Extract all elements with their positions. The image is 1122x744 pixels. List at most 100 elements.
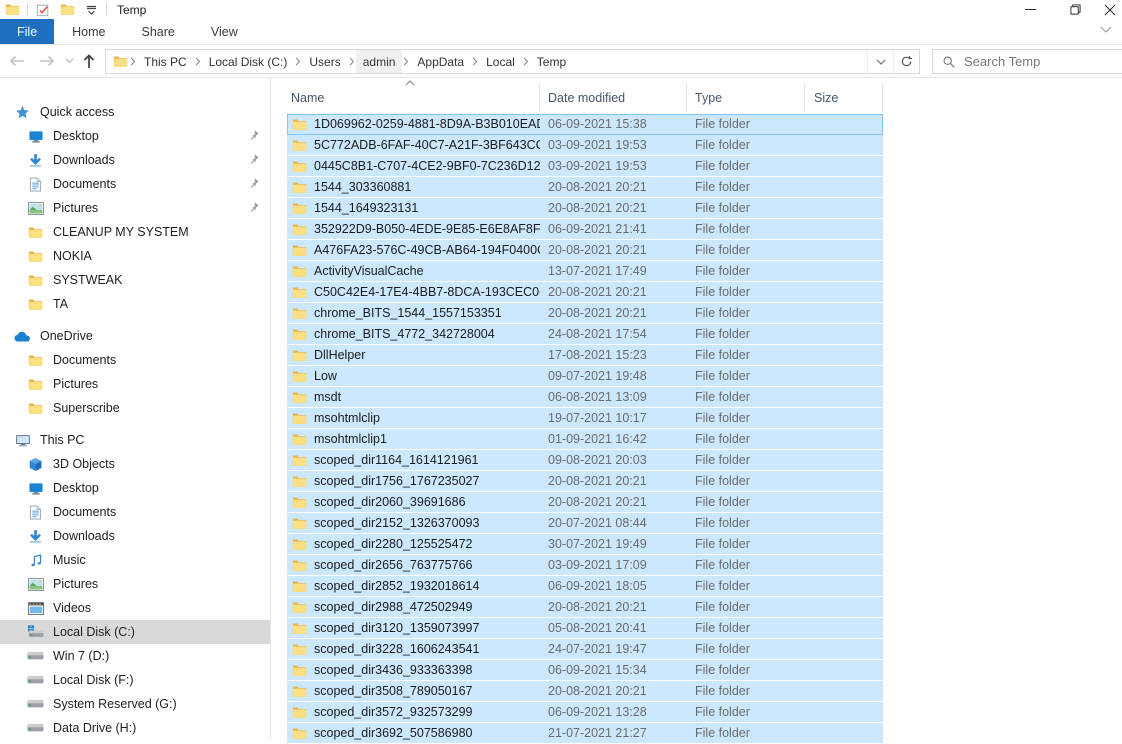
file-row[interactable]: 352922D9-B050-4EDE-9E85-E6E8AF8FAC9606-0… (287, 219, 883, 240)
ribbon-collapse-icon[interactable] (1100, 26, 1112, 33)
file-row[interactable]: 1544_30336088120-08-2021 20:21File folde… (287, 177, 883, 198)
file-name: 352922D9-B050-4EDE-9E85-E6E8AF8FAC96 (287, 222, 540, 236)
refresh-icon[interactable] (893, 50, 919, 73)
file-row[interactable]: scoped_dir2152_132637009320-07-2021 08:4… (287, 513, 883, 534)
file-row[interactable]: ActivityVisualCache13-07-2021 17:49File … (287, 261, 883, 282)
file-date-modified: 17-08-2021 15:23 (540, 348, 687, 362)
up-icon[interactable] (78, 51, 100, 71)
sidebar-item-superscribe[interactable]: Superscribe (0, 396, 270, 420)
breadcrumb-item-admin[interactable]: admin (356, 50, 403, 73)
file-row[interactable]: 5C772ADB-6FAF-40C7-A21F-3BF643CCB...03-0… (287, 135, 883, 156)
sidebar-item-label: Pictures (53, 377, 98, 391)
file-row[interactable]: 1544_164932313120-08-2021 20:21File fold… (287, 198, 883, 219)
sidebar-item-desktop[interactable]: Desktop (0, 476, 270, 500)
column-header-size[interactable]: Size (805, 84, 883, 112)
search-box[interactable] (932, 49, 1122, 74)
sidebar-item-nokia[interactable]: NOKIA (0, 244, 270, 268)
minimize-icon[interactable] (1008, 0, 1053, 19)
back-icon[interactable] (6, 51, 28, 71)
new-folder-icon[interactable] (58, 2, 76, 18)
sidebar-item-desktop[interactable]: Desktop (0, 124, 270, 148)
sidebar-item-win-7-d[interactable]: Win 7 (D:) (0, 644, 270, 668)
file-row[interactable]: DllHelper17-08-2021 15:23File folder (287, 345, 883, 366)
sidebar-item-label: Local Disk (F:) (53, 673, 134, 687)
sidebar-item-system-reserved-g[interactable]: System Reserved (G:) (0, 692, 270, 716)
sidebar-item-ta[interactable]: TA (0, 292, 270, 316)
picture-icon (27, 578, 44, 591)
file-row[interactable]: scoped_dir2280_12552547230-07-2021 19:49… (287, 534, 883, 555)
sidebar-item-local-disk-f[interactable]: Local Disk (F:) (0, 668, 270, 692)
file-row[interactable]: scoped_dir2988_47250294920-08-2021 20:21… (287, 597, 883, 618)
breadcrumb-item-local[interactable]: Local (479, 50, 522, 73)
tab-file[interactable]: File (0, 19, 54, 44)
column-header-date-modified[interactable]: Date modified (540, 84, 687, 112)
file-row[interactable]: scoped_dir1164_161412196109-08-2021 20:0… (287, 450, 883, 471)
sidebar-item-cleanup-my-system[interactable]: CLEANUP MY SYSTEM (0, 220, 270, 244)
column-header-name[interactable]: Name (287, 84, 540, 112)
sidebar-item-pictures[interactable]: Pictures (0, 372, 270, 396)
sidebar-section-this-pc[interactable]: This PC (0, 428, 270, 452)
sidebar-item-systweak[interactable]: SYSTWEAK (0, 268, 270, 292)
sidebar-item-label: Desktop (53, 481, 99, 495)
file-row[interactable]: scoped_dir3692_50758698021-07-2021 21:27… (287, 723, 883, 744)
file-row[interactable]: scoped_dir2852_193201861406-09-2021 18:0… (287, 576, 883, 597)
title-bar: Temp (0, 0, 1122, 19)
sidebar-section-quick-access[interactable]: Quick access (0, 100, 270, 124)
pin-icon (248, 177, 260, 189)
sidebar-item-pictures[interactable]: Pictures (0, 196, 270, 220)
tab-share[interactable]: Share (124, 19, 193, 44)
file-row[interactable]: chrome_BITS_4772_34272800424-08-2021 17:… (287, 324, 883, 345)
file-row[interactable]: A476FA23-576C-49CB-AB64-194F0400C49720-0… (287, 240, 883, 261)
sidebar-item-documents[interactable]: Documents (0, 500, 270, 524)
column-header-type[interactable]: Type (687, 84, 805, 112)
tab-home[interactable]: Home (54, 19, 123, 44)
folder-icon (292, 160, 307, 173)
address-dropdown-chevron-icon[interactable] (867, 50, 893, 73)
tab-view[interactable]: View (193, 19, 256, 44)
file-row[interactable]: scoped_dir1756_176723502720-08-2021 20:2… (287, 471, 883, 492)
search-input[interactable] (964, 54, 1094, 69)
breadcrumb-item-appdata[interactable]: AppData (410, 50, 471, 73)
address-box[interactable]: This PC Local Disk (C:) Users admin AppData L… (105, 49, 920, 74)
file-row[interactable]: scoped_dir3436_93336339806-09-2021 15:34… (287, 660, 883, 681)
file-row[interactable]: C50C42E4-17E4-4BB7-8DCA-193CEC0CA...20-0… (287, 282, 883, 303)
sidebar-item-data-drive-h[interactable]: Data Drive (H:) (0, 716, 270, 740)
file-row[interactable]: scoped_dir3228_160624354124-07-2021 19:4… (287, 639, 883, 660)
file-row[interactable]: 1D069962-0259-4881-8D9A-B3B010EADC...06-… (287, 114, 883, 135)
sidebar-item-documents[interactable]: Documents (0, 348, 270, 372)
sidebar-item-downloads[interactable]: Downloads (0, 148, 270, 172)
file-row[interactable]: msohtmlclip101-09-2021 16:42File folder (287, 429, 883, 450)
drive-icon (27, 723, 44, 733)
file-date-modified: 30-07-2021 19:49 (540, 537, 687, 551)
file-row[interactable]: chrome_BITS_1544_155715335120-08-2021 20… (287, 303, 883, 324)
breadcrumb-item-this-pc[interactable]: This PC (137, 50, 194, 73)
close-icon[interactable] (1098, 0, 1122, 19)
file-row[interactable]: msohtmlclip19-07-2021 10:17File folder (287, 408, 883, 429)
sidebar-section-onedrive[interactable]: OneDrive (0, 324, 270, 348)
breadcrumb-item-users[interactable]: Users (302, 50, 347, 73)
sidebar-item-music[interactable]: Music (0, 548, 270, 572)
folder-icon (292, 139, 307, 152)
file-row[interactable]: 0445C8B1-C707-4CE2-9BF0-7C236D126B9803-0… (287, 156, 883, 177)
file-row[interactable]: scoped_dir3572_93257329906-09-2021 13:28… (287, 702, 883, 723)
breadcrumb-item-temp[interactable]: Temp (530, 50, 573, 73)
file-row[interactable]: Low09-07-2021 19:48File folder (287, 366, 883, 387)
file-row[interactable]: msdt06-08-2021 13:09File folder (287, 387, 883, 408)
recent-locations-chevron-icon[interactable] (58, 51, 80, 71)
file-row[interactable]: scoped_dir2656_76377576603-09-2021 17:09… (287, 555, 883, 576)
sidebar-item-documents[interactable]: Documents (0, 172, 270, 196)
sidebar-item-videos[interactable]: Videos (0, 596, 270, 620)
qat-dropdown-icon[interactable] (82, 2, 100, 18)
properties-icon[interactable] (34, 2, 52, 18)
restore-icon[interactable] (1053, 0, 1098, 19)
folder-icon (292, 223, 307, 236)
file-row[interactable]: scoped_dir3508_78905016720-08-2021 20:21… (287, 681, 883, 702)
file-row[interactable]: scoped_dir3120_135907399705-08-2021 20:4… (287, 618, 883, 639)
sidebar-item-3d-objects[interactable]: 3D Objects (0, 452, 270, 476)
sidebar-item-downloads[interactable]: Downloads (0, 524, 270, 548)
sidebar-item-pictures[interactable]: Pictures (0, 572, 270, 596)
sidebar-item-local-disk-c[interactable]: Local Disk (C:) (0, 620, 270, 644)
breadcrumb-item-local-disk-c[interactable]: Local Disk (C:) (202, 50, 295, 73)
forward-icon[interactable] (36, 51, 58, 71)
file-row[interactable]: scoped_dir2060_3969168620-08-2021 20:21F… (287, 492, 883, 513)
